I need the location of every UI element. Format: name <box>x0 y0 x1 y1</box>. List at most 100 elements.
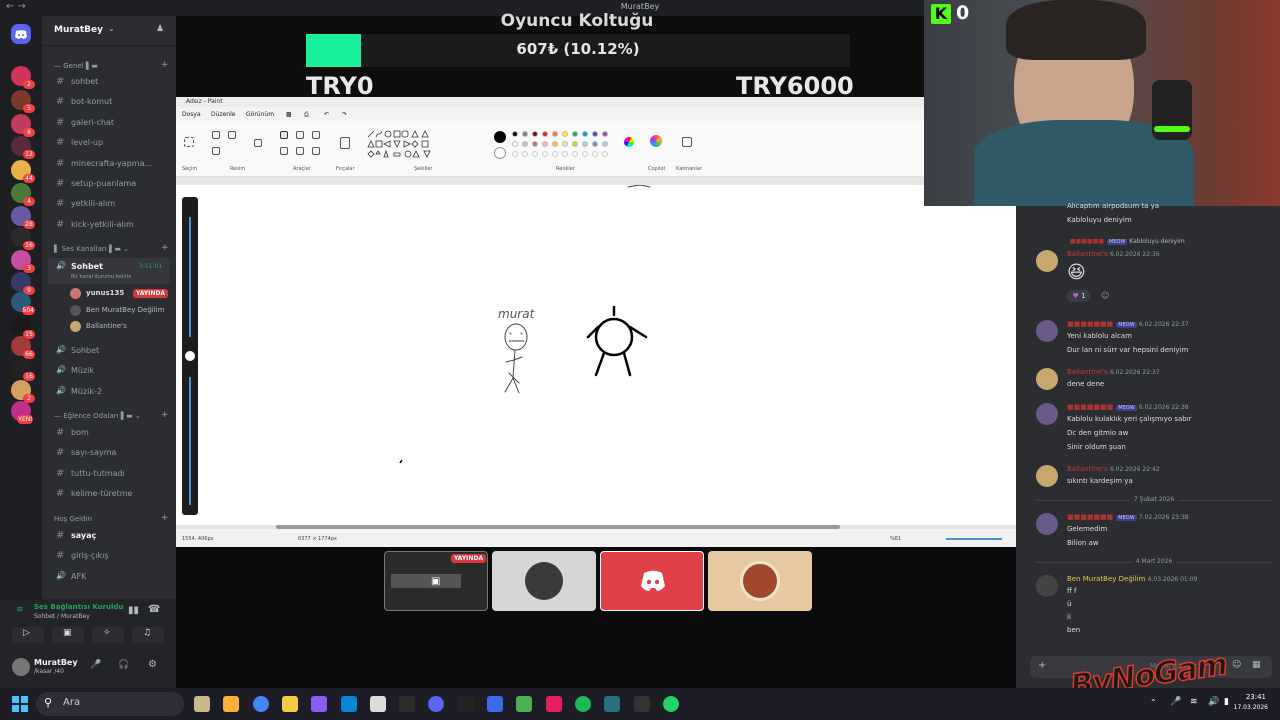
color-palette[interactable] <box>494 129 624 161</box>
server-icon[interactable]: 16 <box>11 227 35 250</box>
server-icon[interactable]: 504 <box>11 292 35 315</box>
color-swatch[interactable] <box>602 131 608 137</box>
add-user-icon[interactable]: ♟ <box>156 24 164 34</box>
empty-color-swatch[interactable] <box>562 151 568 157</box>
windows-start-icon[interactable] <box>12 696 28 712</box>
text-channel[interactable]: # setup-puanlama <box>48 175 170 193</box>
fill-icon[interactable] <box>296 131 304 139</box>
layers-icon[interactable] <box>682 137 692 147</box>
chrome-icon[interactable] <box>252 696 269 712</box>
avatar[interactable] <box>1036 320 1058 342</box>
edge-icon[interactable] <box>340 696 357 712</box>
text-channel[interactable]: # sayaç <box>48 527 170 545</box>
avatar[interactable] <box>1036 465 1058 487</box>
server-header[interactable]: MuratBey ⌄ ♟ <box>42 16 176 46</box>
server-icon[interactable]: 28 <box>11 206 35 229</box>
color-swatch[interactable] <box>582 131 588 137</box>
discord-home-icon[interactable] <box>11 24 31 44</box>
color-picker-icon[interactable] <box>296 147 304 155</box>
server-icon[interactable]: 2 <box>11 380 35 403</box>
disconnect-icon[interactable]: ☎ <box>148 604 160 615</box>
text-channel[interactable]: # sohbet <box>48 73 170 91</box>
tray-chevron-icon[interactable]: ⌃ <box>1150 698 1157 707</box>
eraser-icon[interactable] <box>280 147 288 155</box>
signal-icon[interactable]: ≋ <box>16 605 24 615</box>
camera-button[interactable]: ▷ <box>12 627 44 643</box>
color-swatch[interactable] <box>542 131 548 137</box>
participant-tile[interactable] <box>708 551 812 611</box>
category-genel[interactable]: — Genel ▌▬ + <box>54 60 169 70</box>
vm-icon[interactable] <box>487 696 503 712</box>
color-swatch[interactable] <box>582 141 588 147</box>
print-icon[interactable]: ⎙ <box>304 111 309 119</box>
text-channel[interactable]: # level-up <box>48 134 170 152</box>
minecraft-icon[interactable] <box>516 696 533 712</box>
color-swatch[interactable] <box>592 141 598 147</box>
server-icon[interactable]: 3 <box>11 250 35 273</box>
reply-preview[interactable]: ■■■■■■ MEOW Kabloluyu deniyim <box>1070 238 1185 245</box>
text-channel[interactable]: # giriş-çıkış <box>48 547 170 565</box>
server-icon[interactable]: 6 <box>11 114 35 137</box>
games-icon[interactable] <box>545 696 562 712</box>
color-swatch[interactable] <box>522 141 528 147</box>
shapes-gallery[interactable] <box>366 129 436 161</box>
primary-color[interactable] <box>494 131 506 143</box>
menu-gorunum[interactable]: Görünüm <box>246 111 274 118</box>
color-swatch[interactable] <box>532 131 538 137</box>
color-swatch[interactable] <box>602 141 608 147</box>
server-icon[interactable]: 4 <box>11 183 35 206</box>
text-channel[interactable]: # minecrafta-yapma... <box>48 155 170 173</box>
category-ses[interactable]: ▌ Ses Kanalları ▌▬ ⌄ + <box>54 243 169 253</box>
select-icon[interactable] <box>184 137 194 147</box>
category-eglence[interactable]: — Eğlence Odaları ▌▬ ⌄ + <box>54 410 169 420</box>
wifi-icon[interactable]: ≋ <box>1190 697 1198 707</box>
server-icon[interactable]: 44 <box>11 160 35 183</box>
color-swatch[interactable] <box>552 131 558 137</box>
gear-icon[interactable]: ⚙ <box>148 659 157 670</box>
magnifier-icon[interactable] <box>312 147 320 155</box>
voice-channel[interactable]: 🔊 Müzik <box>48 362 170 380</box>
color-swatch[interactable] <box>562 141 568 147</box>
zoom-slider-overlay[interactable] <box>182 197 198 515</box>
pencil-icon[interactable] <box>280 131 288 139</box>
participant-tile[interactable] <box>600 551 704 611</box>
server-icon[interactable]: 15 <box>11 316 35 339</box>
empty-color-swatch[interactable] <box>522 151 528 157</box>
empty-color-swatch[interactable] <box>532 151 538 157</box>
server-icon[interactable]: 66 <box>11 336 35 359</box>
participant-tile-stream[interactable]: ▣ YAYINDA <box>384 551 488 611</box>
widget-icon[interactable] <box>194 696 210 712</box>
participant-tile[interactable] <box>492 551 596 611</box>
edit-colors-icon[interactable] <box>624 137 634 147</box>
empty-color-swatch[interactable] <box>582 151 588 157</box>
empty-color-swatch[interactable] <box>542 151 548 157</box>
redo-icon[interactable]: ↷ <box>342 111 347 118</box>
store-icon[interactable] <box>369 696 386 712</box>
server-icon[interactable]: 5 <box>11 90 35 113</box>
color-swatch[interactable] <box>522 131 528 137</box>
soundboard-button[interactable]: ♫ <box>132 627 164 643</box>
save-icon[interactable]: ▩ <box>286 111 292 118</box>
reaction[interactable]: ♥ 1 <box>1067 290 1091 302</box>
empty-color-swatch[interactable] <box>512 151 518 157</box>
voice-channel-label[interactable]: Sohbet / MuratBey <box>34 613 90 620</box>
empty-color-swatch[interactable] <box>602 151 608 157</box>
color-swatch[interactable] <box>562 131 568 137</box>
server-icon[interactable]: 12 <box>11 136 35 159</box>
text-icon[interactable] <box>312 131 320 139</box>
server-icon[interactable]: 2 <box>11 66 35 89</box>
whatsapp-icon[interactable] <box>662 696 679 712</box>
explorer-icon[interactable] <box>223 696 240 712</box>
zoom-slider[interactable] <box>946 538 1002 540</box>
clock-date[interactable]: 17.03.2026 <box>1224 704 1268 711</box>
avatar[interactable] <box>1036 575 1058 597</box>
crop-icon[interactable] <box>212 131 220 139</box>
horizontal-scrollbar[interactable] <box>276 525 840 529</box>
avatar[interactable] <box>1036 513 1058 535</box>
headphone-icon[interactable]: 🎧 <box>118 660 129 670</box>
text-channel[interactable]: # bom <box>48 424 170 442</box>
text-channel[interactable]: # yetkili-alım <box>48 195 170 213</box>
gear-app-icon[interactable] <box>399 696 416 712</box>
text-channel[interactable]: # kick-yetkili-alım <box>48 216 170 234</box>
brush-icon[interactable] <box>340 137 350 149</box>
